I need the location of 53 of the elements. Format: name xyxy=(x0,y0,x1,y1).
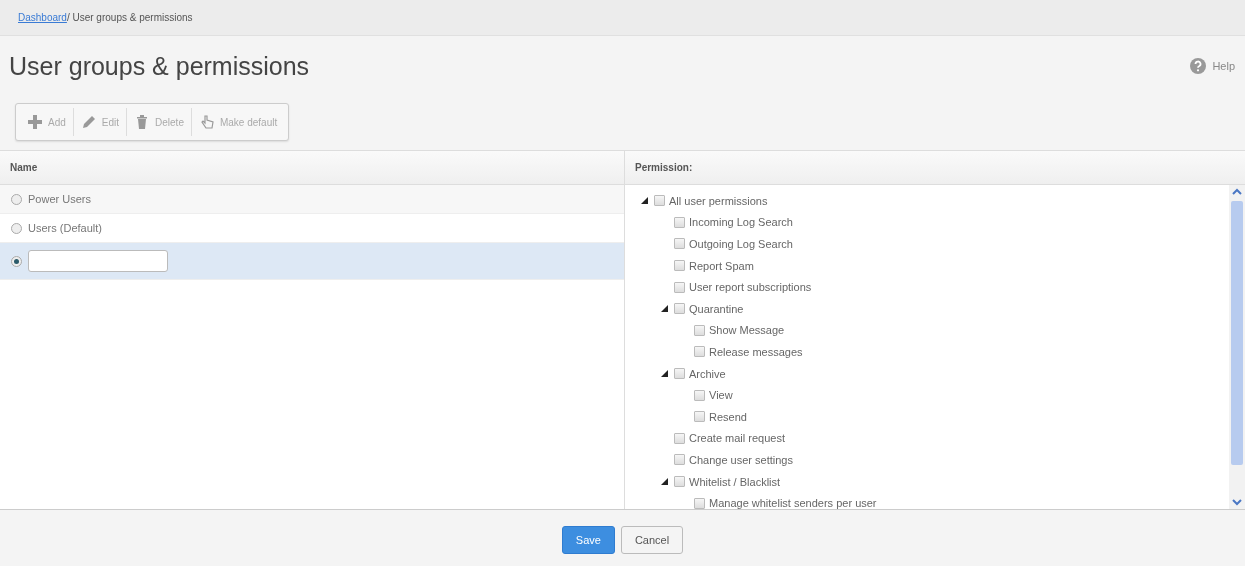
cancel-button[interactable]: Cancel xyxy=(620,526,684,554)
breadcrumb-link[interactable]: Dashboard xyxy=(18,12,67,23)
checkbox[interactable] xyxy=(674,260,685,272)
expand-triangle-icon[interactable] xyxy=(640,197,648,205)
permission-label: Change user settings xyxy=(689,453,793,466)
checkbox[interactable] xyxy=(694,389,705,401)
plus-icon xyxy=(27,114,43,130)
column-header: Name xyxy=(0,151,624,185)
help-icon xyxy=(1190,58,1207,74)
checkbox[interactable] xyxy=(694,497,705,509)
permission-label: Quarantine xyxy=(689,302,744,315)
checkbox[interactable] xyxy=(654,195,665,207)
radio-button[interactable] xyxy=(11,255,22,267)
checkbox[interactable] xyxy=(694,346,705,358)
checkbox[interactable] xyxy=(674,432,685,444)
page-title: User groups & permissions xyxy=(9,51,310,81)
save-button[interactable]: Save xyxy=(561,526,615,554)
permission-label: Release messages xyxy=(709,345,803,358)
permission-label: Manage whitelist senders per user xyxy=(709,497,877,509)
permission-label: Archive xyxy=(689,367,726,380)
help-link[interactable]: Help xyxy=(1190,58,1235,74)
checkbox[interactable] xyxy=(674,216,685,228)
group-row[interactable]: Power Users xyxy=(0,185,624,214)
pencil-icon xyxy=(80,114,97,130)
checkbox[interactable] xyxy=(674,303,685,315)
checkbox[interactable] xyxy=(674,238,685,250)
expand-triangle-icon[interactable] xyxy=(660,478,668,485)
expand-triangle-icon[interactable] xyxy=(660,305,668,313)
permission-label: Create mail request xyxy=(689,432,785,445)
group-name: Power Users xyxy=(28,193,91,205)
column-header: Permission: xyxy=(625,151,1245,185)
permission-label: Resend xyxy=(709,410,747,423)
permission-label: User report subscriptions xyxy=(689,281,812,294)
group-name: Users (Default) xyxy=(28,222,102,234)
permission-label: Show Message xyxy=(709,324,785,337)
checkbox[interactable] xyxy=(674,476,685,487)
checkbox[interactable] xyxy=(694,324,705,336)
permission-label: Outgoing Log Search xyxy=(689,238,793,250)
permission-label: All user permissions xyxy=(669,194,768,207)
permission-label: Incoming Log Search xyxy=(689,216,793,229)
checkbox[interactable] xyxy=(694,411,705,423)
group-name-field[interactable] xyxy=(28,250,168,272)
checkbox[interactable] xyxy=(674,281,685,293)
checkbox[interactable] xyxy=(674,368,685,380)
expand-triangle-icon[interactable] xyxy=(660,370,668,378)
permission-label: Report Spam xyxy=(689,259,754,272)
checkbox[interactable] xyxy=(674,454,685,466)
radio-button[interactable] xyxy=(11,222,22,234)
permission-label: Whitelist / Blacklist xyxy=(689,475,781,488)
scrollbar[interactable] xyxy=(1229,185,1245,509)
permission-label: View xyxy=(709,389,733,402)
breadcrumb-current: / User groups & permissions xyxy=(66,12,193,23)
radio-button[interactable] xyxy=(11,193,22,205)
